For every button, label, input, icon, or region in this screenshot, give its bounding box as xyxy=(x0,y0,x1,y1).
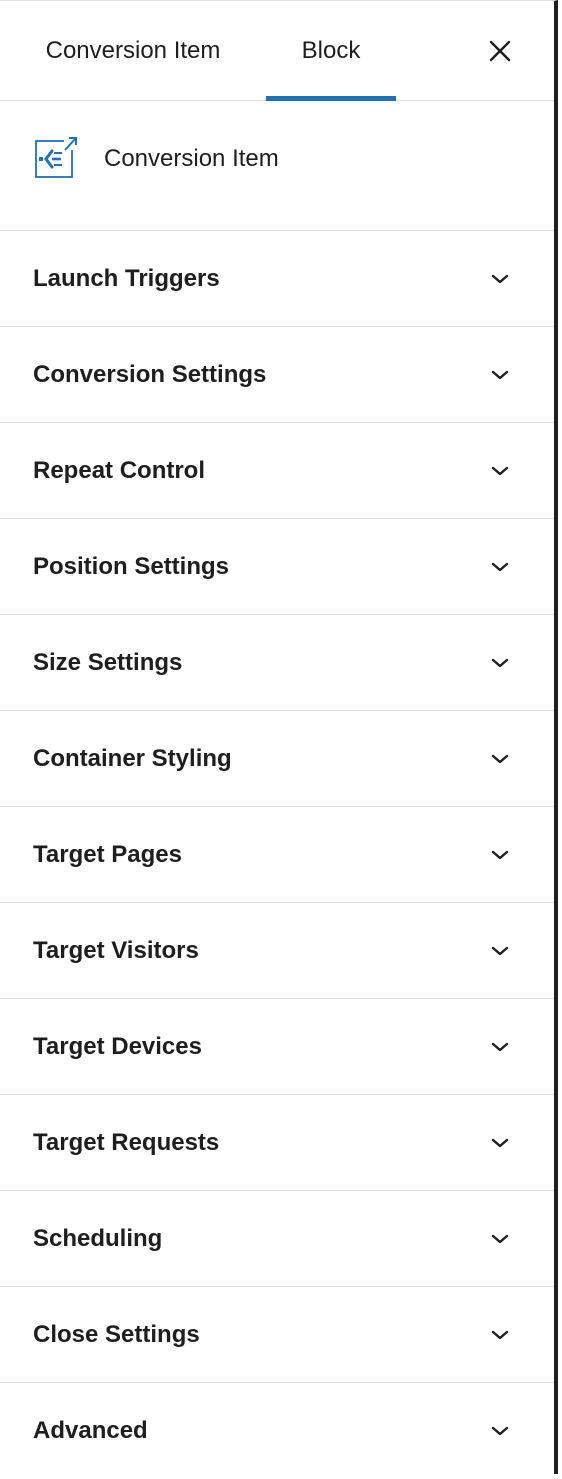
panel-title: Target Devices xyxy=(33,1032,202,1060)
panel-title: Position Settings xyxy=(33,552,230,580)
panel-title: Launch Triggers xyxy=(33,264,220,292)
block-settings-sidebar: Conversion Item Block Conversion Item La… xyxy=(0,0,558,1474)
panel-container-styling[interactable]: Container Styling xyxy=(0,711,554,807)
chevron-down-icon xyxy=(491,1330,509,1339)
panel-repeat-control[interactable]: Repeat Control xyxy=(0,423,554,519)
chevron-down-icon xyxy=(491,658,509,667)
panel-title: Target Pages xyxy=(33,840,182,868)
panel-target-requests[interactable]: Target Requests xyxy=(0,1095,554,1191)
close-icon xyxy=(489,40,511,62)
panel-launch-triggers[interactable]: Launch Triggers xyxy=(0,231,554,327)
panel-title: Scheduling xyxy=(33,1224,163,1252)
chevron-down-icon xyxy=(491,1042,509,1051)
chevron-down-icon xyxy=(491,754,509,763)
sidebar-tabs: Conversion Item Block xyxy=(0,1,554,101)
chevron-down-icon xyxy=(491,562,509,571)
panel-target-devices[interactable]: Target Devices xyxy=(0,999,554,1095)
chevron-down-icon xyxy=(491,1138,509,1147)
panel-position-settings[interactable]: Position Settings xyxy=(0,519,554,615)
panel-target-visitors[interactable]: Target Visitors xyxy=(0,903,554,999)
panel-title: Repeat Control xyxy=(33,456,206,484)
tab-conversion-item-label: Conversion Item xyxy=(45,37,221,64)
conversion-item-icon xyxy=(35,136,79,178)
panel-title: Close Settings xyxy=(33,1320,200,1348)
panel-title: Container Styling xyxy=(33,744,232,772)
panel-title: Advanced xyxy=(33,1417,148,1444)
panel-title: Conversion Settings xyxy=(33,360,267,388)
panel-target-pages[interactable]: Target Pages xyxy=(0,807,554,903)
panel-close-settings[interactable]: Close Settings xyxy=(0,1287,554,1383)
panel-title: Size Settings xyxy=(33,648,183,676)
chevron-down-icon xyxy=(491,946,509,955)
tab-block-label: Block xyxy=(301,37,361,64)
chevron-down-icon xyxy=(491,1426,509,1436)
tab-conversion-item[interactable]: Conversion Item xyxy=(16,1,250,101)
tab-block[interactable]: Block xyxy=(266,1,396,101)
close-button[interactable] xyxy=(484,35,516,67)
block-card: Conversion Item xyxy=(0,101,554,231)
chevron-down-icon xyxy=(491,466,509,475)
panel-title: Target Requests xyxy=(33,1128,220,1156)
chevron-down-icon xyxy=(491,1234,509,1243)
chevron-down-icon xyxy=(491,274,509,283)
panel-scheduling[interactable]: Scheduling xyxy=(0,1191,554,1287)
chevron-down-icon xyxy=(491,370,509,379)
chevron-down-icon xyxy=(491,850,509,859)
panel-advanced[interactable]: Advanced xyxy=(0,1383,554,1479)
block-title: Conversion Item xyxy=(104,145,279,172)
panel-size-settings[interactable]: Size Settings xyxy=(0,615,554,711)
panel-conversion-settings[interactable]: Conversion Settings xyxy=(0,327,554,423)
panel-title: Target Visitors xyxy=(33,936,199,964)
